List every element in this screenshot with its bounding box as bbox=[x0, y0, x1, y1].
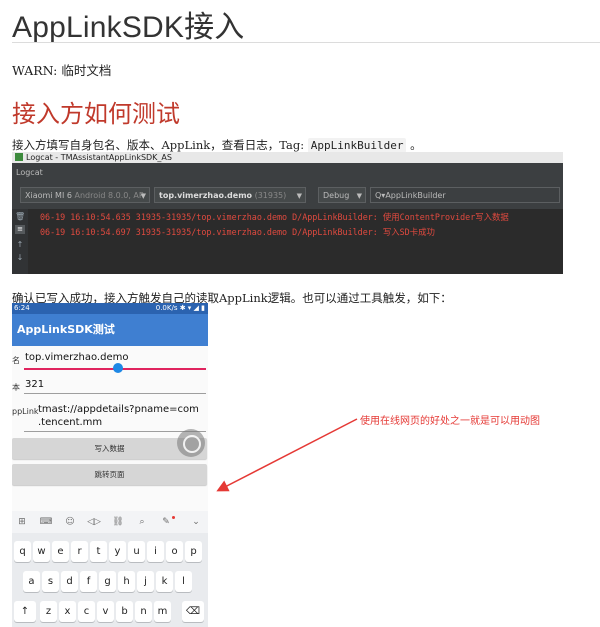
annotation-text: 使用在线网页的好处之一就是可以用动图 bbox=[360, 416, 540, 427]
annotation-arrow bbox=[216, 418, 358, 492]
